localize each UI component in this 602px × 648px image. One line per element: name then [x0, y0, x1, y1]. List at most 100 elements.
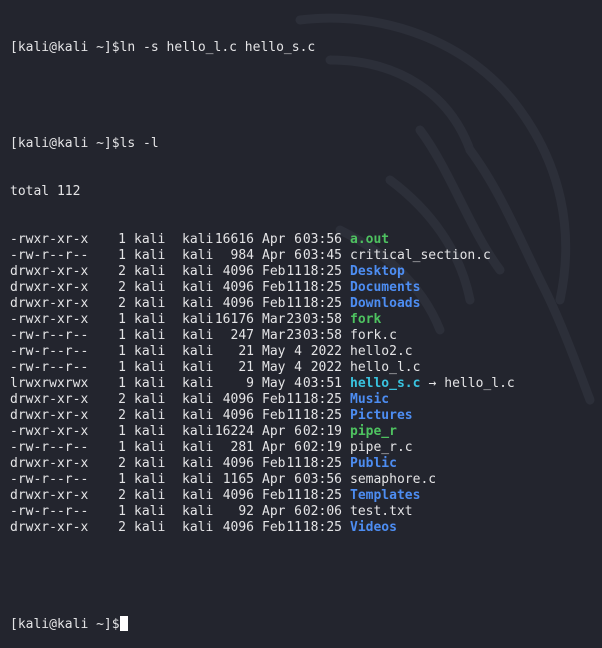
total-line: total 112: [10, 184, 81, 199]
file-size: 4096: [222, 296, 254, 311]
file-name: hello_s.c: [350, 376, 421, 391]
permissions: -rwxr-xr-x: [10, 312, 89, 327]
month: Mar: [262, 328, 286, 343]
listing-row: drwxr-xr-x 2 kali kali 4096 Feb1118:25 Templat…: [10, 488, 602, 504]
group: kali: [182, 504, 214, 519]
link-count: 2: [118, 264, 126, 279]
command-line-ls: [kali@kali ~]$ls -l: [10, 136, 159, 151]
permissions: drwxr-xr-x: [10, 264, 89, 279]
owner: kali: [134, 312, 166, 327]
link-count: 1: [118, 440, 126, 455]
time: 03:56: [302, 232, 342, 247]
time: 03:58: [302, 328, 342, 343]
group: kali: [182, 232, 214, 247]
group: kali: [182, 328, 214, 343]
link-count: 2: [118, 408, 126, 423]
listing-row: drwxr-xr-x 2 kali kali 4096 Feb1118:25 Videos: [10, 520, 602, 536]
permissions: -rw-r--r--: [10, 328, 89, 343]
time: 18:25: [302, 520, 342, 535]
permissions: drwxr-xr-x: [10, 392, 89, 407]
day: 6: [294, 504, 302, 519]
day: 23: [286, 328, 302, 343]
listing-row: -rw-r--r-- 1 kali kali 21 May 4 2022 hello2.c: [10, 344, 602, 360]
listing-row: drwxr-xr-x 2 kali kali 4096 Feb1118:25 Music: [10, 392, 602, 408]
owner: kali: [134, 440, 166, 455]
group: kali: [182, 280, 214, 295]
file-size: 16224: [214, 424, 254, 439]
month: Feb: [262, 456, 286, 471]
owner: kali: [134, 232, 166, 247]
permissions: drwxr-xr-x: [10, 520, 89, 535]
owner: kali: [134, 248, 166, 263]
listing-row: -rwxr-xr-x 1 kali kali 16176 Mar2303:58 fork: [10, 312, 602, 328]
month: Feb: [262, 392, 286, 407]
group: kali: [182, 264, 214, 279]
file-listing: -rwxr-xr-x 1 kali kali 16616 Apr 603:56 a.out -r…: [10, 232, 602, 536]
month: May: [262, 360, 286, 375]
permissions: drwxr-xr-x: [10, 280, 89, 295]
permissions: drwxr-xr-x: [10, 488, 89, 503]
time: 18:25: [302, 264, 342, 279]
listing-row: -rwxr-xr-x 1 kali kali 16224 Apr 602:19 pipe_r: [10, 424, 602, 440]
listing-row: drwxr-xr-x 2 kali kali 4096 Feb1118:25 Documen…: [10, 280, 602, 296]
file-size: 281: [230, 440, 254, 455]
file-size: 247: [230, 328, 254, 343]
listing-row: -rw-r--r-- 1 kali kali 281 Apr 602:19 pipe_r.c: [10, 440, 602, 456]
group: kali: [182, 376, 214, 391]
month: Mar: [262, 312, 286, 327]
day: 11: [286, 280, 302, 295]
owner: kali: [134, 344, 166, 359]
permissions: drwxr-xr-x: [10, 408, 89, 423]
link-count: 2: [118, 280, 126, 295]
group: kali: [182, 520, 214, 535]
listing-row: drwxr-xr-x 2 kali kali 4096 Feb1118:25 Desktop: [10, 264, 602, 280]
file-size: 16176: [214, 312, 254, 327]
link-count: 2: [118, 456, 126, 471]
file-size: 9: [246, 376, 254, 391]
file-size: 16616: [214, 232, 254, 247]
file-name: Videos: [350, 520, 397, 535]
group: kali: [182, 456, 214, 471]
day: 11: [286, 296, 302, 311]
file-name: hello_l.c: [350, 360, 421, 375]
day: 11: [286, 392, 302, 407]
listing-row: -rw-r--r-- 1 kali kali 21 May 4 2022 hello_l.c: [10, 360, 602, 376]
time: 02:19: [302, 424, 342, 439]
symlink-arrow: →: [428, 376, 437, 391]
active-prompt-line[interactable]: [kali@kali ~]$: [10, 616, 602, 632]
month: May: [262, 344, 286, 359]
link-count: 1: [118, 248, 126, 263]
link-count: 1: [118, 472, 126, 487]
owner: kali: [134, 504, 166, 519]
time: 18:25: [302, 280, 342, 295]
month: May: [262, 376, 286, 391]
group: kali: [182, 424, 214, 439]
time: 03:45: [302, 248, 342, 263]
time: 03:51: [302, 376, 342, 391]
link-count: 1: [118, 328, 126, 343]
terminal-output: [kali@kali ~]$ln -s hello_l.c hello_s.c …: [10, 8, 602, 648]
day: 4: [294, 344, 302, 359]
file-name: Templates: [350, 488, 421, 503]
file-name: pipe_r: [350, 424, 397, 439]
owner: kali: [134, 328, 166, 343]
owner: kali: [134, 376, 166, 391]
time: 18:25: [302, 456, 342, 471]
group: kali: [182, 248, 214, 263]
day: 11: [286, 520, 302, 535]
month: Apr: [262, 440, 286, 455]
day: 6: [294, 440, 302, 455]
month: Feb: [262, 264, 286, 279]
file-name: semaphore.c: [350, 472, 437, 487]
day: 23: [286, 312, 302, 327]
time: 02:19: [302, 440, 342, 455]
file-size: 4096: [222, 520, 254, 535]
link-count: 1: [118, 232, 126, 247]
day: 6: [294, 232, 302, 247]
day: 11: [286, 456, 302, 471]
owner: kali: [134, 456, 166, 471]
group: kali: [182, 392, 214, 407]
link-count: 1: [118, 312, 126, 327]
time: 2022: [310, 360, 342, 375]
link-count: 1: [118, 360, 126, 375]
